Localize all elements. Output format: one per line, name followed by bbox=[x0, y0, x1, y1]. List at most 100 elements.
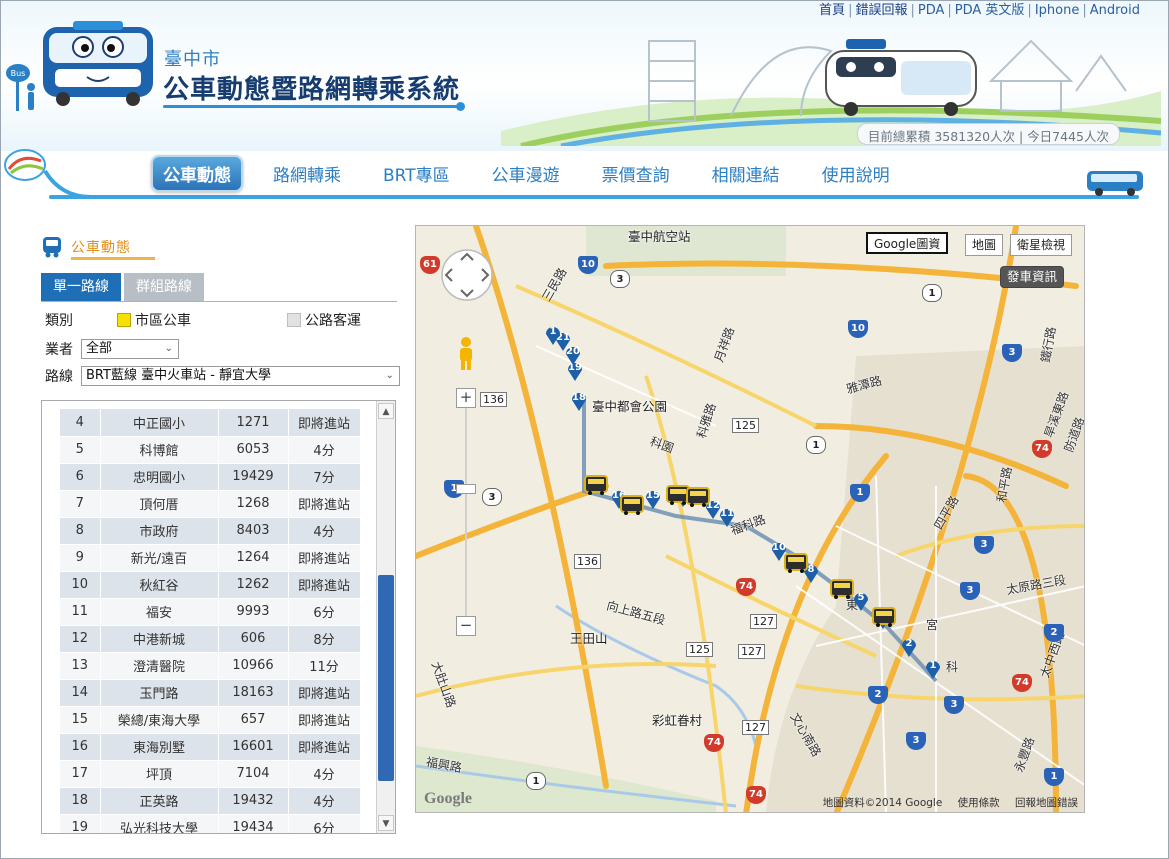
map-label-wangtian: 王田山 bbox=[570, 631, 608, 646]
map-label-gong: 宮 bbox=[926, 618, 939, 632]
stop-row[interactable]: 9 新光/遠百 1264 即將進站 bbox=[60, 544, 361, 572]
road-num: 3 bbox=[482, 488, 502, 506]
stop-name-cell: 坪頂 bbox=[100, 760, 219, 788]
nav-related-links[interactable]: 相關連結 bbox=[700, 155, 792, 192]
zoom-in-button[interactable]: + bbox=[456, 388, 476, 408]
stop-row[interactable]: 12 中港新城 606 8分 bbox=[60, 625, 361, 653]
satellite-view-button[interactable]: 衛星檢視 bbox=[1010, 234, 1073, 256]
stop-name-cell: 秋紅谷 bbox=[100, 571, 219, 599]
stop-eta-cell: 6分 bbox=[288, 598, 361, 626]
scroll-down-icon[interactable]: ▼ bbox=[378, 815, 394, 831]
highway-127-label: 127 bbox=[738, 644, 765, 659]
route-stop-pin[interactable]: 2 bbox=[900, 636, 918, 658]
stop-row[interactable]: 8 市政府 8403 4分 bbox=[60, 517, 361, 545]
stop-row[interactable]: 11 福安 9993 6分 bbox=[60, 598, 361, 626]
zoom-slider-track[interactable] bbox=[465, 408, 467, 618]
stop-row[interactable]: 17 坪頂 7104 4分 bbox=[60, 760, 361, 788]
nav-bus-roaming[interactable]: 公車漫遊 bbox=[480, 155, 572, 192]
route-map[interactable]: 臺中航空站 臺中都會公園 三民路 月祥路 科雅路 科園 雅潭路 旱溪東路 鐵行路… bbox=[415, 225, 1085, 813]
bus-icon bbox=[43, 237, 61, 258]
bus-marker-icon[interactable] bbox=[686, 486, 710, 508]
stop-bus-id-cell: 657 bbox=[218, 706, 289, 734]
route-select[interactable]: BRT藍線 臺中火車站 - 靜宜大學 ⌄ bbox=[81, 366, 400, 386]
link-pda-en[interactable]: PDA 英文版 bbox=[955, 3, 1025, 18]
stop-row[interactable]: 14 玉門路 18163 即將進站 bbox=[60, 679, 361, 707]
link-android[interactable]: Android bbox=[1090, 3, 1140, 18]
stop-row[interactable]: 15 榮總/東海大學 657 即將進站 bbox=[60, 706, 361, 734]
street-view-pegman-icon[interactable] bbox=[456, 336, 476, 372]
stop-eta-cell: 即將進站 bbox=[288, 544, 361, 572]
stop-bus-id-cell: 606 bbox=[218, 625, 289, 653]
operator-select[interactable]: 全部 ⌄ bbox=[81, 339, 179, 359]
stop-eta-cell: 即將進站 bbox=[288, 571, 361, 599]
stop-number-cell: 12 bbox=[60, 625, 101, 653]
stop-number-cell: 5 bbox=[60, 436, 101, 464]
route-stop-pin[interactable]: 15 bbox=[644, 488, 662, 510]
scroll-up-icon[interactable]: ▲ bbox=[378, 403, 394, 419]
stop-name-cell: 東海別墅 bbox=[100, 733, 219, 761]
link-iphone[interactable]: Iphone bbox=[1035, 3, 1080, 18]
route-stop-pin[interactable]: 1 bbox=[924, 658, 942, 680]
stop-eta-cell: 4分 bbox=[288, 517, 361, 545]
title-dot bbox=[456, 102, 465, 111]
stop-row[interactable]: 13 澄清醫院 10966 11分 bbox=[60, 652, 361, 680]
link-report-error[interactable]: 錯誤回報 bbox=[855, 3, 907, 18]
link-pda[interactable]: PDA bbox=[918, 3, 945, 18]
section-title-underline bbox=[71, 257, 155, 260]
stop-list-scrollbar[interactable]: ▲ ▼ bbox=[376, 401, 395, 833]
stop-row[interactable]: 19 弘光科技大學 19434 6分 bbox=[60, 814, 361, 833]
link-home[interactable]: 首頁 bbox=[819, 3, 845, 18]
stop-bus-id-cell: 6053 bbox=[218, 436, 289, 464]
bus-marker-icon[interactable] bbox=[830, 578, 854, 600]
map-view-button[interactable]: 地圖 bbox=[965, 234, 1004, 256]
bus-marker-icon[interactable] bbox=[872, 606, 896, 628]
nav-fare-query[interactable]: 票價查詢 bbox=[590, 155, 682, 192]
google-maps-button[interactable]: Google圖資 bbox=[866, 232, 949, 254]
nav-brt-zone[interactable]: BRT專區 bbox=[371, 155, 462, 192]
top-links: 首頁 | 錯誤回報 | PDA | PDA 英文版 | Iphone | Android bbox=[819, 3, 1140, 18]
stop-number-cell: 13 bbox=[60, 652, 101, 680]
page-header: 首頁 | 錯誤回報 | PDA | PDA 英文版 | Iphone | Android Bus 臺… bbox=[1, 1, 1168, 151]
map-attribution: 地圖資料©2014 Google 使用條款 回報地圖錯誤 bbox=[823, 795, 1078, 810]
terms-link[interactable]: 使用條款 bbox=[958, 797, 1000, 809]
city-bus-checkbox[interactable] bbox=[117, 313, 131, 327]
nav-bus-dynamics[interactable]: 公車動態 bbox=[151, 154, 243, 192]
stop-number-cell: 4 bbox=[60, 409, 101, 437]
zoom-slider-handle[interactable] bbox=[456, 484, 476, 494]
scroll-thumb[interactable] bbox=[378, 575, 394, 781]
stop-name-cell: 澄清醫院 bbox=[100, 652, 219, 680]
stop-row[interactable]: 10 秋紅谷 1262 即將進站 bbox=[60, 571, 361, 599]
stop-bus-id-cell: 18163 bbox=[218, 679, 289, 707]
report-map-error-link[interactable]: 回報地圖錯誤 bbox=[1015, 797, 1078, 809]
departure-info-button[interactable]: 發車資訊 bbox=[1000, 266, 1065, 288]
bus-marker-icon[interactable] bbox=[784, 552, 808, 574]
road-num: 1 bbox=[806, 436, 826, 454]
tab-single-route[interactable]: 單一路線 bbox=[41, 273, 121, 301]
bus-marker-icon[interactable] bbox=[620, 494, 644, 516]
stop-row[interactable]: 4 中正國小 1271 即將進站 bbox=[60, 409, 361, 437]
road-num: 1 bbox=[526, 772, 546, 790]
route-stop-pin[interactable]: 1 bbox=[544, 324, 562, 346]
stop-row[interactable]: 7 頂何厝 1268 即將進站 bbox=[60, 490, 361, 518]
bus-mascot-logo bbox=[43, 21, 153, 106]
highway-bus-checkbox[interactable] bbox=[287, 313, 301, 327]
stop-row[interactable]: 5 科博館 6053 4分 bbox=[60, 436, 361, 464]
stop-eta-cell: 即將進站 bbox=[288, 679, 361, 707]
route-stop-pin[interactable]: 18 bbox=[570, 390, 588, 412]
stop-list[interactable]: 4 中正國小 1271 即將進站 5 科博館 6053 4分 6 忠明國小 19429 7分 7 頂何厝 1… bbox=[41, 400, 396, 834]
stop-bus-id-cell: 16601 bbox=[218, 733, 289, 761]
route-stop-pin[interactable]: 5 bbox=[852, 590, 870, 612]
bus-marker-icon[interactable] bbox=[584, 474, 608, 496]
stop-row[interactable]: 16 東海別墅 16601 即將進站 bbox=[60, 733, 361, 761]
zoom-out-button[interactable]: − bbox=[456, 616, 476, 636]
nav-network-transfer[interactable]: 路網轉乘 bbox=[261, 155, 353, 192]
bus-stop-icon: Bus bbox=[6, 64, 35, 111]
city-bus-label: 市區公車 bbox=[135, 313, 191, 329]
nav-user-guide[interactable]: 使用說明 bbox=[810, 155, 902, 192]
stop-row[interactable]: 18 正英路 19432 4分 bbox=[60, 787, 361, 815]
stop-name-cell: 科博館 bbox=[100, 436, 219, 464]
tab-group-route[interactable]: 群組路線 bbox=[124, 273, 204, 301]
stop-name-cell: 頂何厝 bbox=[100, 490, 219, 518]
pan-control-icon[interactable] bbox=[440, 248, 494, 302]
stop-row[interactable]: 6 忠明國小 19429 7分 bbox=[60, 463, 361, 491]
